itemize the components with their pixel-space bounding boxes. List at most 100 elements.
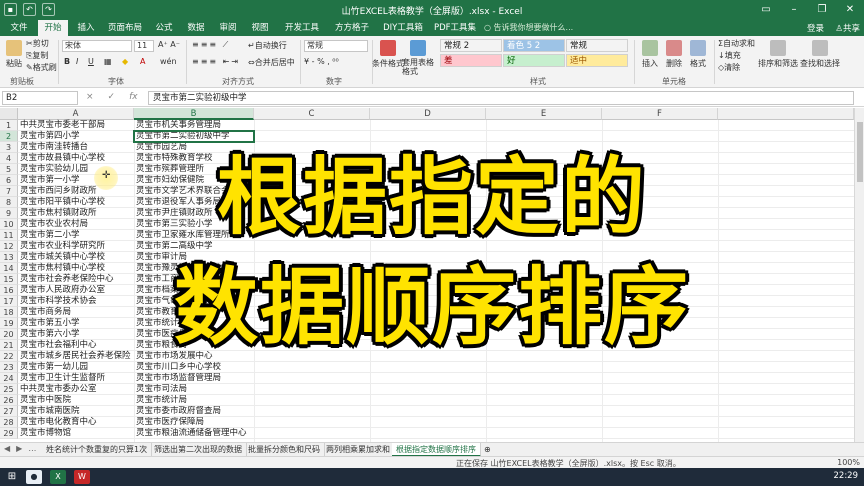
merge-center-button[interactable]: ⇔合并后居中: [248, 57, 295, 68]
chrome-icon[interactable]: ●: [26, 470, 42, 484]
top-align-icon[interactable]: ≡≡≡ ⟋: [192, 40, 230, 50]
delete-cells-icon[interactable]: [666, 40, 682, 56]
column-header-d[interactable]: D: [370, 108, 486, 120]
sheet-tab-4[interactable]: 两列相乘累加求和: [322, 443, 395, 457]
font-name-select[interactable]: 宋体: [62, 40, 132, 52]
cell-b[interactable]: 灵宝市粮油流通储备管理中心: [136, 428, 256, 439]
paste-button[interactable]: 粘贴: [6, 58, 22, 69]
delete-cells-button[interactable]: 删除: [666, 58, 682, 69]
copy-button[interactable]: ⎘复制: [26, 50, 48, 61]
format-cells-button[interactable]: 格式: [690, 58, 706, 69]
currency-icon[interactable]: ¥ - % , ⁰⁰: [304, 57, 339, 66]
cell-b[interactable]: 灵宝市市场监督管理局: [136, 373, 256, 384]
cell-a[interactable]: 灵宝市中医院: [20, 395, 152, 406]
find-select-button[interactable]: 查找和选择: [800, 58, 840, 69]
cell-b[interactable]: 灵宝市医疗保障局: [136, 417, 256, 428]
formula-input[interactable]: 灵宝市第二实验初级中学: [148, 91, 854, 105]
name-box[interactable]: B2: [2, 91, 78, 105]
tab-data[interactable]: 数据: [182, 20, 210, 36]
style-normal[interactable]: 常规: [566, 39, 628, 52]
font-color-icon[interactable]: A: [140, 57, 145, 66]
sheet-tab-3[interactable]: 批量拆分颜色和尺码: [244, 443, 325, 457]
tab-diy-toolbox[interactable]: DIY工具箱: [380, 20, 426, 36]
table-format-button[interactable]: 套用表格格式: [402, 58, 436, 76]
share-button[interactable]: ♙共享: [835, 22, 860, 34]
find-select-icon[interactable]: [812, 40, 828, 56]
select-all-corner[interactable]: [0, 108, 18, 120]
fill-button[interactable]: ↓填充: [718, 50, 741, 61]
row-header[interactable]: 24: [0, 373, 18, 384]
number-format-select[interactable]: 常规: [304, 40, 368, 52]
cell-a[interactable]: 灵宝市第一幼儿园: [20, 362, 152, 373]
minimize-icon[interactable]: –: [780, 0, 808, 20]
row-header[interactable]: 26: [0, 395, 18, 406]
tell-me-search[interactable]: ○ 告诉我你想要做什么...: [484, 22, 573, 33]
style-bad[interactable]: 差: [440, 54, 502, 67]
fill-color-icon[interactable]: ◆: [122, 57, 128, 66]
cell-a[interactable]: 灵宝市城南医院: [20, 406, 152, 417]
tab-page-layout[interactable]: 页面布局: [104, 20, 146, 36]
cell-a[interactable]: 灵宝市电化教育中心: [20, 417, 152, 428]
tab-developer[interactable]: 开发工具: [280, 20, 324, 36]
cell-b[interactable]: 灵宝市司法局: [136, 384, 256, 395]
border-icon[interactable]: ▦: [104, 57, 112, 66]
sheet-tab-2[interactable]: 筛选出第二次出现的数据: [150, 443, 247, 457]
add-sheet-icon[interactable]: ⊕: [480, 443, 495, 457]
tab-view[interactable]: 视图: [246, 20, 274, 36]
tab-fangfang[interactable]: 方方格子: [330, 20, 374, 36]
cell-b[interactable]: 灵宝市川口乡中心学校: [136, 362, 256, 373]
sort-filter-icon[interactable]: [770, 40, 786, 56]
row-header[interactable]: 25: [0, 384, 18, 395]
row-header[interactable]: 27: [0, 406, 18, 417]
underline-button[interactable]: U: [88, 57, 94, 66]
format-painter-button[interactable]: ✎格式刷: [26, 62, 57, 73]
italic-button[interactable]: I: [76, 57, 78, 66]
close-icon[interactable]: ✕: [836, 0, 864, 20]
ribbon-display-icon[interactable]: ▭: [752, 0, 780, 20]
conditional-format-icon[interactable]: [380, 40, 396, 56]
tab-file[interactable]: 文件: [6, 20, 32, 36]
cell-a[interactable]: 中共灵宝市委办公室: [20, 384, 152, 395]
insert-cells-icon[interactable]: [642, 40, 658, 56]
row-header[interactable]: 29: [0, 428, 18, 439]
function-icon[interactable]: fx: [129, 92, 138, 102]
tab-pdf-tools[interactable]: PDF工具集: [430, 20, 480, 36]
more-sheets-icon[interactable]: …: [28, 444, 36, 453]
table-format-icon[interactable]: [410, 40, 426, 56]
conditional-format-button[interactable]: 条件格式: [372, 58, 404, 69]
font-size-select[interactable]: 11: [134, 40, 154, 52]
column-header-f[interactable]: F: [602, 108, 718, 120]
format-cells-icon[interactable]: [690, 40, 706, 56]
style-good[interactable]: 好: [503, 54, 565, 67]
cell-b[interactable]: 灵宝市委市政府督查局: [136, 406, 256, 417]
style-neutral[interactable]: 适中: [566, 54, 628, 67]
row-header[interactable]: 23: [0, 362, 18, 373]
tab-insert[interactable]: 插入: [72, 20, 100, 36]
grow-font-icon[interactable]: A⁺ A⁻: [158, 40, 180, 49]
enter-icon[interactable]: ✓: [108, 92, 116, 102]
wps-icon[interactable]: W: [74, 470, 90, 484]
left-align-icon[interactable]: ≡≡≡ ⇤⇥: [192, 57, 240, 66]
cancel-icon[interactable]: ×: [86, 92, 94, 102]
zoom-level[interactable]: 100%: [837, 458, 860, 467]
cell-a[interactable]: 灵宝市博物馆: [20, 428, 152, 439]
sort-filter-button[interactable]: 排序和筛选: [758, 58, 798, 69]
tab-review[interactable]: 审阅: [214, 20, 242, 36]
sheet-tab-1[interactable]: 姓名统计个数重复的只算1次: [42, 443, 153, 457]
cut-button[interactable]: ✂剪切: [26, 38, 49, 49]
prev-sheet-icon[interactable]: ◀: [4, 444, 10, 453]
column-header-b[interactable]: B: [134, 108, 254, 120]
tab-home[interactable]: 开始: [38, 20, 68, 36]
phonetic-icon[interactable]: wén: [160, 57, 177, 66]
column-header-e[interactable]: E: [486, 108, 602, 120]
autosum-button[interactable]: Σ自动求和: [718, 38, 755, 49]
restore-icon[interactable]: ❐: [808, 0, 836, 20]
bold-button[interactable]: B: [64, 57, 70, 66]
wrap-text-button[interactable]: ↵自动换行: [248, 40, 287, 51]
tab-formulas[interactable]: 公式: [150, 20, 178, 36]
cell-a[interactable]: 灵宝市卫生计生监督所: [20, 373, 152, 384]
clear-button[interactable]: ◇清除: [718, 62, 740, 73]
cell-b[interactable]: 灵宝市统计局: [136, 395, 256, 406]
sheet-tab-active[interactable]: 根据指定数据顺序排序: [392, 443, 481, 457]
windows-start-icon[interactable]: ⊞: [4, 470, 20, 484]
